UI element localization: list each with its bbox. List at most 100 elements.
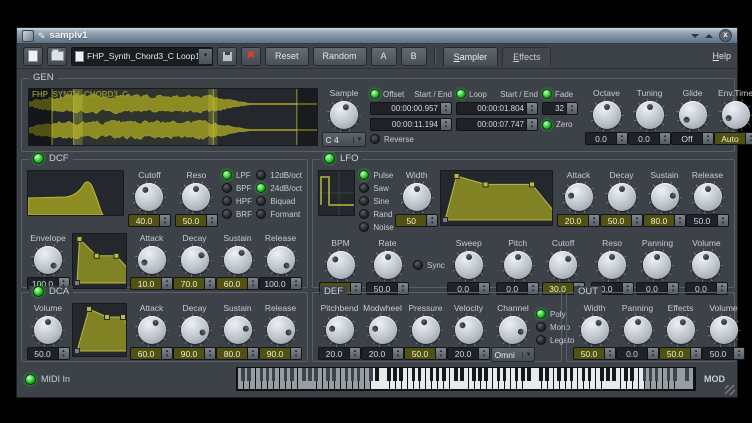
piano-key-black[interactable] bbox=[527, 368, 531, 381]
attack-knob[interactable] bbox=[137, 315, 167, 345]
delete-preset-button[interactable]: ✖ bbox=[241, 47, 261, 66]
piano-key-black[interactable] bbox=[588, 368, 592, 381]
envelope-knob[interactable] bbox=[33, 245, 63, 275]
piano-key-black[interactable] bbox=[266, 368, 270, 381]
release-field[interactable]: 50.0▴▾ bbox=[686, 214, 729, 227]
attack-field[interactable]: 10.0▴▾ bbox=[130, 277, 173, 290]
volume-spinner[interactable]: ▴▾ bbox=[58, 347, 70, 360]
tuning-field[interactable]: 0.0▴▾ bbox=[628, 132, 671, 145]
modwheel-spinner[interactable]: ▴▾ bbox=[392, 347, 404, 360]
piano-key-black[interactable] bbox=[667, 368, 671, 381]
reset-button[interactable]: Reset bbox=[265, 47, 309, 66]
pressure-field[interactable]: 50.0▴▾ bbox=[404, 347, 447, 360]
save-preset-button[interactable] bbox=[217, 47, 237, 66]
volume-knob[interactable] bbox=[691, 250, 721, 280]
piano-key-black[interactable] bbox=[290, 368, 294, 381]
attack-field[interactable]: 20.0▴▾ bbox=[557, 214, 600, 227]
attack-spinner[interactable]: ▴▾ bbox=[161, 277, 173, 290]
lfo-led[interactable] bbox=[324, 153, 335, 164]
piano-key-black[interactable] bbox=[515, 368, 519, 381]
velocity-field[interactable]: 20.0▴▾ bbox=[447, 347, 490, 360]
piano-key-black[interactable] bbox=[345, 368, 349, 381]
piano-key-black[interactable] bbox=[260, 368, 264, 381]
lfo-wave-display[interactable] bbox=[318, 170, 355, 216]
waveform-display[interactable]: FHP_SYNTH_CHORD3_C bbox=[28, 88, 318, 151]
decay-field[interactable]: 70.0▴▾ bbox=[173, 277, 216, 290]
pitch-knob[interactable] bbox=[503, 250, 533, 280]
loop-start-field[interactable]: 00:00:01.804▴▾ bbox=[456, 102, 538, 115]
glide-spinner[interactable]: ▴▾ bbox=[702, 132, 714, 145]
cutoff-knob[interactable] bbox=[548, 250, 578, 280]
hpf-radio[interactable]: HPF bbox=[222, 196, 252, 206]
volume-knob[interactable] bbox=[33, 315, 63, 345]
glide-knob[interactable] bbox=[678, 100, 708, 130]
panning-knob[interactable] bbox=[623, 315, 653, 345]
piano-key-black[interactable] bbox=[454, 368, 458, 381]
title-bar[interactable]: ✎ samplv1 x bbox=[17, 28, 737, 44]
cutoff-spinner[interactable]: ▴▾ bbox=[159, 214, 171, 227]
sample-combobox[interactable]: C 4▼ bbox=[322, 132, 367, 147]
width-field[interactable]: 50▴▾ bbox=[395, 214, 438, 227]
piano-key-black[interactable] bbox=[557, 368, 561, 381]
biquad-radio[interactable]: Biquad bbox=[256, 196, 302, 206]
decay-knob[interactable] bbox=[607, 182, 637, 212]
resize-grip[interactable] bbox=[725, 385, 735, 395]
volume-spinner[interactable]: ▴▾ bbox=[733, 347, 745, 360]
piano-key-black[interactable] bbox=[472, 368, 476, 381]
brf-radio[interactable]: BRF bbox=[222, 209, 252, 219]
pressure-spinner[interactable]: ▴▾ bbox=[435, 347, 447, 360]
piano-key-black[interactable] bbox=[399, 368, 403, 381]
piano-key-black[interactable] bbox=[351, 368, 355, 381]
piano-key-black[interactable] bbox=[442, 368, 446, 381]
velocity-knob[interactable] bbox=[454, 315, 484, 345]
help-button[interactable]: Help bbox=[712, 51, 731, 61]
modwheel-field[interactable]: 20.0▴▾ bbox=[361, 347, 404, 360]
channel-dropdown-arrow[interactable]: ▼ bbox=[522, 352, 535, 358]
release-spinner[interactable]: ▴▾ bbox=[717, 214, 729, 227]
pulse-radio[interactable]: Pulse bbox=[359, 170, 393, 180]
piano-keyboard[interactable] bbox=[236, 367, 696, 391]
preset-dropdown-arrow[interactable]: ▼ bbox=[198, 49, 212, 64]
sustain-field[interactable]: 80.0▴▾ bbox=[216, 347, 259, 360]
piano-key-black[interactable] bbox=[436, 368, 440, 381]
piano-key-black[interactable] bbox=[643, 368, 647, 381]
zero-toggle[interactable]: Zero bbox=[542, 118, 578, 131]
piano-key-black[interactable] bbox=[655, 368, 659, 381]
piano-key-black[interactable] bbox=[612, 368, 616, 381]
octave-spinner[interactable]: ▴▾ bbox=[616, 132, 628, 145]
dca-envelope-display[interactable] bbox=[72, 303, 127, 357]
modwheel-knob[interactable] bbox=[368, 315, 398, 345]
bpm-knob[interactable] bbox=[326, 250, 356, 280]
sustain-spinner[interactable]: ▴▾ bbox=[674, 214, 686, 227]
panning-field[interactable]: 0.0▴▾ bbox=[616, 347, 659, 360]
release-spinner[interactable]: ▴▾ bbox=[290, 277, 302, 290]
piano-key-black[interactable] bbox=[545, 368, 549, 381]
piano-key-black[interactable] bbox=[570, 368, 574, 381]
pitchbend-field[interactable]: 20.0▴▾ bbox=[318, 347, 361, 360]
a-button[interactable]: A bbox=[371, 47, 397, 66]
loop-end-spinner[interactable]: ▴▾ bbox=[526, 118, 538, 131]
offset-start-field[interactable]: 00:00:00.957▴▾ bbox=[370, 102, 452, 115]
fade-field[interactable]: 32▴▾ bbox=[542, 102, 578, 115]
piano-key-black[interactable] bbox=[460, 368, 464, 381]
attack-spinner[interactable]: ▴▾ bbox=[588, 214, 600, 227]
sample-dropdown-arrow[interactable]: ▼ bbox=[353, 137, 366, 143]
sustain-field[interactable]: 60.0▴▾ bbox=[216, 277, 259, 290]
sustain-knob[interactable] bbox=[223, 245, 253, 275]
release-field[interactable]: 100.0▴▾ bbox=[259, 277, 302, 290]
piano-key-black[interactable] bbox=[685, 368, 689, 381]
octave-knob[interactable] bbox=[592, 100, 622, 130]
piano-key-black[interactable] bbox=[375, 368, 379, 381]
sustain-field[interactable]: 80.0▴▾ bbox=[643, 214, 686, 227]
release-knob[interactable] bbox=[693, 182, 723, 212]
decay-knob[interactable] bbox=[180, 245, 210, 275]
piano-key-black[interactable] bbox=[478, 368, 482, 381]
pitchbend-spinner[interactable]: ▴▾ bbox=[349, 347, 361, 360]
preset-combobox[interactable]: FHP_Synth_Chord3_C Loop1 ▼ bbox=[71, 47, 213, 66]
piano-key-black[interactable] bbox=[497, 368, 501, 381]
sustain-knob[interactable] bbox=[650, 182, 680, 212]
sine-radio[interactable]: Sine bbox=[359, 196, 393, 206]
rate-knob[interactable] bbox=[373, 250, 403, 280]
piano-key-black[interactable] bbox=[272, 368, 276, 381]
b-button[interactable]: B bbox=[401, 47, 427, 66]
